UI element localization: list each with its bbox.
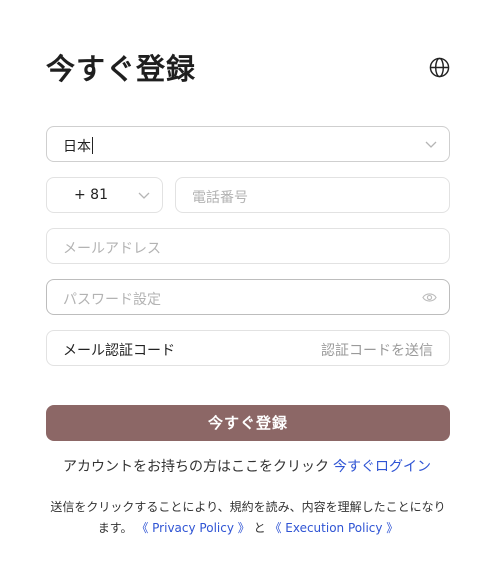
email-placeholder: メールアドレス <box>63 241 161 257</box>
have-account-text: アカウントをお持ちの方はここをクリック <box>63 459 329 475</box>
phone-field[interactable]: 電話番号 <box>175 177 450 213</box>
signup-submit-button[interactable]: 今すぐ登録 <box>46 405 450 441</box>
signup-card: 今すぐ登録 日本 + 81 電話番号 メールアドレス パスワード設定 メール認証… <box>0 0 494 575</box>
send-code-button[interactable]: 認証コードを送信 <box>321 340 433 360</box>
terms-text: 送信をクリックすることにより、規約を読み、内容を理解したことになります。 《 P… <box>46 497 450 539</box>
text-caret <box>92 137 93 154</box>
country-code-select[interactable]: + 81 <box>46 177 163 213</box>
chevron-down-icon <box>425 141 437 148</box>
privacy-policy-link[interactable]: 《 Privacy Policy 》 <box>136 521 249 535</box>
verification-placeholder: メール認証コード <box>63 343 175 359</box>
eye-icon[interactable] <box>422 291 437 304</box>
login-link[interactable]: 今すぐログイン <box>333 459 431 475</box>
country-value: 日本 <box>63 139 91 155</box>
login-prompt: アカウントをお持ちの方はここをクリック 今すぐログイン <box>0 456 494 476</box>
verification-code-field[interactable]: メール認証コード 認証コードを送信 <box>46 330 450 366</box>
globe-icon[interactable] <box>429 57 450 78</box>
password-placeholder: パスワード設定 <box>63 292 161 308</box>
password-field[interactable]: パスワード設定 <box>46 279 450 315</box>
page-title: 今すぐ登録 <box>46 52 197 86</box>
email-field[interactable]: メールアドレス <box>46 228 450 264</box>
phone-placeholder: 電話番号 <box>192 190 248 206</box>
execution-policy-link[interactable]: 《 Execution Policy 》 <box>269 521 398 535</box>
country-code-value: + 81 <box>74 187 108 203</box>
country-select[interactable]: 日本 <box>46 126 450 162</box>
terms-and: と <box>253 521 266 535</box>
chevron-down-icon <box>138 192 150 199</box>
